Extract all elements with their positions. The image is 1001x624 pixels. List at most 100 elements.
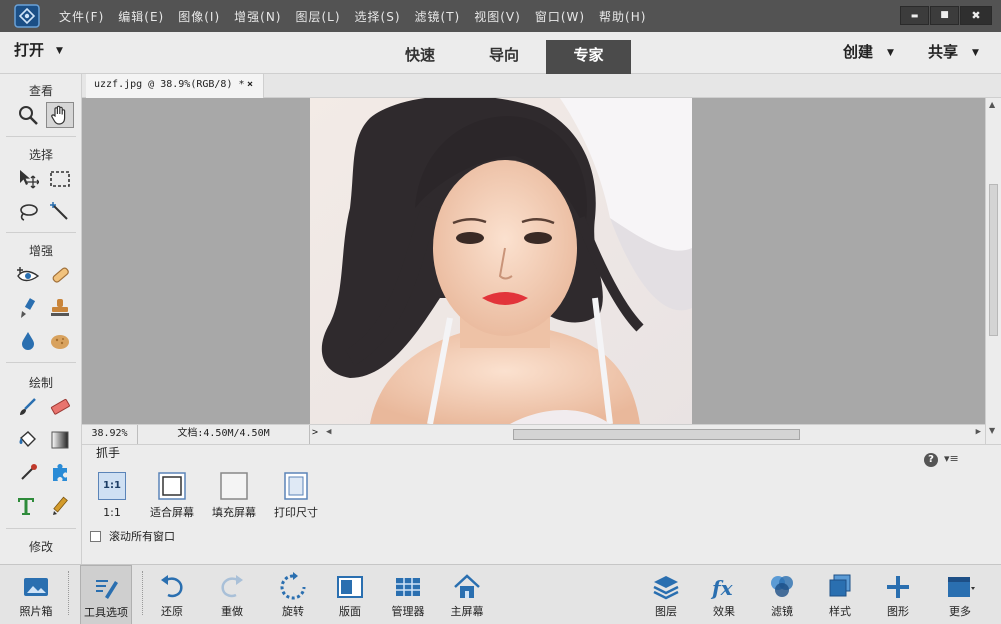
styles-icon [825, 572, 855, 602]
layout-icon [335, 572, 365, 602]
menu-select[interactable]: 选择(S) [348, 0, 408, 32]
magic-wand-tool[interactable] [46, 199, 74, 225]
canvas-area[interactable] [82, 98, 985, 424]
toolbox-section-modify: 修改 [28, 540, 53, 554]
portrait-image [310, 98, 692, 424]
zoom-tool[interactable] [14, 102, 42, 128]
tool-options-icon [91, 573, 121, 603]
red-eye-tool[interactable] [14, 262, 42, 288]
document-tab-title: uzzf.jpg @ 38.9%(RGB/8) * [94, 79, 245, 90]
marquee-tool[interactable] [46, 166, 74, 192]
scroll-right-icon[interactable]: ▶ [976, 427, 981, 437]
toolbox-divider [6, 232, 76, 233]
print-size-button[interactable]: 打印尺寸 [266, 472, 326, 520]
redo-button[interactable]: 重做 [210, 565, 254, 624]
more-button[interactable]: 更多 [935, 565, 985, 624]
tab-guided[interactable]: 导向 [474, 40, 534, 74]
create-button[interactable]: 创建 ▼ [843, 32, 894, 72]
actual-pixels-button[interactable]: 1:1 1:1 [82, 472, 142, 520]
fx-icon: fx [709, 572, 739, 602]
home-screen-button[interactable]: 主屏幕 [444, 565, 490, 624]
rotate-button[interactable]: 旋转 [270, 565, 316, 624]
styles-button[interactable]: 样式 [819, 565, 861, 624]
taskbar-divider [68, 571, 69, 615]
fill-screen-label: 填充屏幕 [212, 506, 256, 519]
hand-tool[interactable] [46, 102, 74, 128]
svg-text:fx: fx [710, 576, 734, 600]
smart-brush-tool[interactable] [14, 295, 42, 321]
scroll-up-icon[interactable]: ▲ [989, 100, 995, 109]
share-button-label: 共享 [928, 43, 959, 61]
document-tab[interactable]: uzzf.jpg @ 38.9%(RGB/8) * × [86, 74, 264, 98]
styles-label: 样式 [829, 605, 851, 618]
fill-screen-icon [220, 472, 248, 500]
menu-image[interactable]: 图像(I) [171, 0, 227, 32]
layout-button[interactable]: 版面 [328, 565, 372, 624]
tab-quick[interactable]: 快速 [390, 40, 450, 74]
eyedropper-tool[interactable] [14, 460, 42, 486]
vertical-scrollbar[interactable]: ▲ ▼ [985, 98, 1001, 444]
photo-bin-button[interactable]: 照片箱 [8, 565, 64, 624]
menu-filter[interactable]: 滤镜(T) [408, 0, 468, 32]
menu-enhance[interactable]: 增强(N) [227, 0, 288, 32]
status-menu-arrow-icon[interactable]: > [312, 427, 318, 438]
filters-button[interactable]: 滤镜 [761, 565, 803, 624]
vertical-scrollbar-thumb[interactable] [989, 184, 998, 336]
mode-bar: 打开 ▼ 快速 导向 专家 创建 ▼ 共享 ▼ [0, 32, 1001, 74]
tool-options-button[interactable]: 工具选项 [80, 565, 132, 624]
tab-expert[interactable]: 专家 [546, 40, 631, 74]
checkbox-box[interactable] [90, 530, 101, 542]
sponge-tool[interactable] [46, 328, 74, 354]
move-tool[interactable] [14, 166, 42, 192]
menu-layer[interactable]: 图层(L) [288, 0, 347, 32]
horizontal-scrollbar-thumb[interactable] [513, 429, 800, 440]
spot-healing-tool[interactable] [46, 262, 74, 288]
blur-tool[interactable] [14, 328, 42, 354]
horizontal-scrollbar[interactable]: ◀ ▶ [326, 427, 985, 442]
close-button[interactable]: ✖ [960, 6, 992, 25]
menu-window[interactable]: 窗口(W) [528, 0, 592, 32]
effects-button[interactable]: fx 效果 [703, 565, 745, 624]
scroll-down-icon[interactable]: ▼ [989, 426, 995, 435]
close-icon[interactable]: × [247, 74, 253, 96]
panel-menu-icon[interactable]: ▾≡ [944, 452, 959, 465]
paint-bucket-tool[interactable] [14, 427, 42, 453]
toolbox-divider [6, 136, 76, 137]
type-tool[interactable] [12, 493, 40, 519]
fit-screen-button[interactable]: 适合屏幕 [142, 472, 202, 520]
chevron-down-icon: ▼ [887, 47, 894, 58]
maximize-button[interactable]: ■ [930, 6, 959, 25]
toolbox-section-draw: 绘制 [28, 376, 53, 390]
custom-shape-tool[interactable] [46, 460, 74, 486]
zoom-icon [19, 106, 38, 125]
graphics-button[interactable]: 图形 [877, 565, 919, 624]
pencil-tool[interactable] [46, 493, 74, 519]
lasso-tool[interactable] [14, 199, 42, 225]
rectangular-marquee-icon [50, 171, 70, 187]
menu-view[interactable]: 视图(V) [467, 0, 528, 32]
menu-help[interactable]: 帮助(H) [592, 0, 653, 32]
layers-button[interactable]: 图层 [645, 565, 687, 624]
gradient-tool[interactable] [46, 427, 74, 453]
clone-stamp-tool[interactable] [46, 295, 74, 321]
organizer-button[interactable]: 管理器 [384, 565, 432, 624]
scroll-left-icon[interactable]: ◀ [326, 427, 331, 437]
minimize-button[interactable]: ▬ [900, 6, 929, 25]
fill-screen-button[interactable]: 填充屏幕 [204, 472, 264, 520]
eraser-tool[interactable] [46, 394, 74, 420]
menu-edit[interactable]: 编辑(E) [111, 0, 171, 32]
help-icon[interactable]: ? [924, 453, 938, 467]
share-button[interactable]: 共享 ▼ [928, 32, 979, 72]
toolbox-section-select: 选择 [28, 148, 53, 162]
bandage-icon [52, 267, 69, 283]
scroll-all-windows-checkbox[interactable]: 滚动所有窗口 [90, 529, 175, 543]
home-screen-label: 主屏幕 [450, 605, 484, 618]
brush-tool[interactable] [14, 394, 42, 420]
zoom-level[interactable]: 38.92% [82, 425, 138, 444]
actual-pixels-label: 1:1 [103, 506, 121, 519]
undo-button[interactable]: 还原 [150, 565, 194, 624]
menu-file[interactable]: 文件(F) [52, 0, 111, 32]
open-button[interactable]: 打开 ▼ [14, 32, 63, 72]
layers-label: 图层 [655, 605, 677, 618]
app-logo-icon[interactable] [14, 4, 40, 28]
